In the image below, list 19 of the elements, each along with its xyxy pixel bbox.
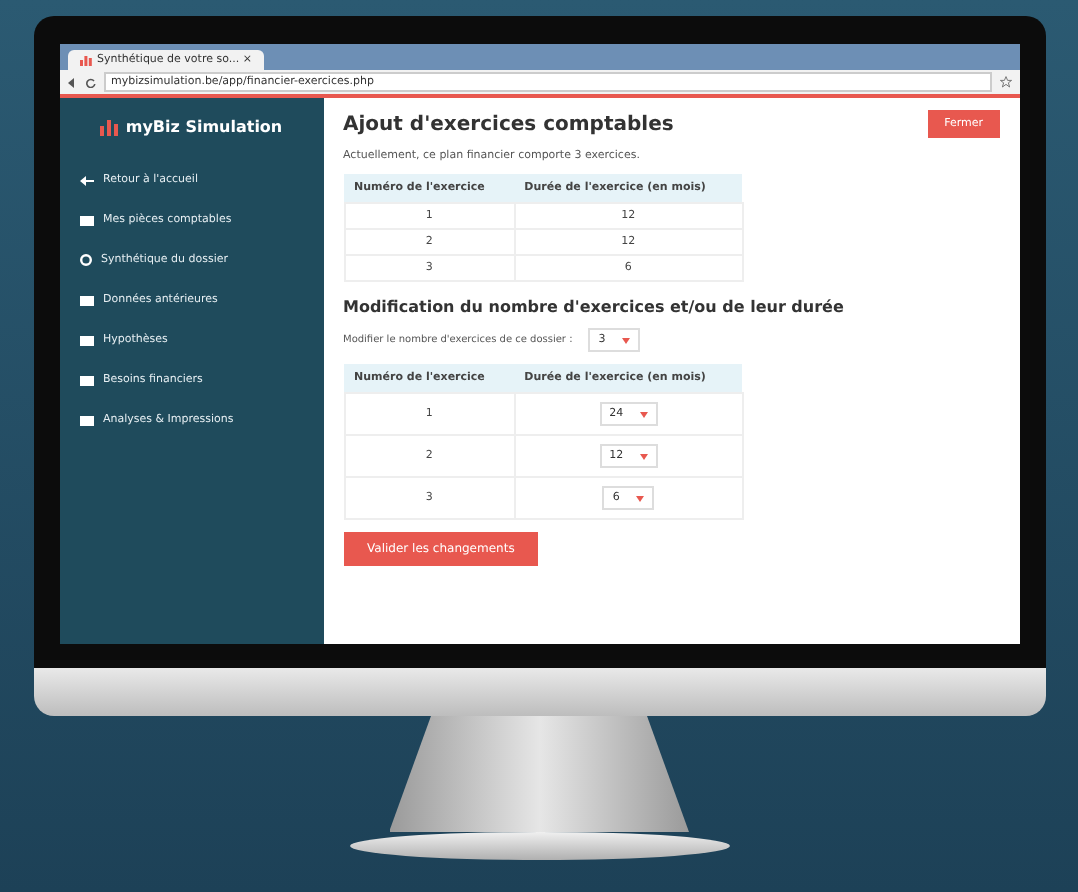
caret-icon [639, 411, 648, 417]
folder-icon [79, 375, 93, 385]
folder-icon [79, 335, 93, 345]
folder-icon [79, 295, 93, 305]
caret-icon [621, 337, 630, 343]
folder-icon [79, 215, 93, 225]
page-title: Ajout d'exercices comptables [343, 113, 674, 135]
bar-chart-icon [79, 55, 91, 65]
gear-icon [79, 254, 91, 266]
back-icon[interactable] [67, 77, 77, 87]
logo-text: myBiz Simulation [125, 118, 283, 136]
section-title: Modification du nombre d'exercices et/ou de leur durée [343, 298, 846, 316]
star-icon[interactable] [999, 76, 1011, 88]
arrow-icon [79, 175, 93, 185]
folder-icon [79, 415, 93, 425]
reload-icon[interactable] [85, 77, 95, 87]
bar-chart-icon [99, 119, 118, 135]
caret-icon [639, 453, 648, 459]
caret-icon [635, 495, 644, 501]
